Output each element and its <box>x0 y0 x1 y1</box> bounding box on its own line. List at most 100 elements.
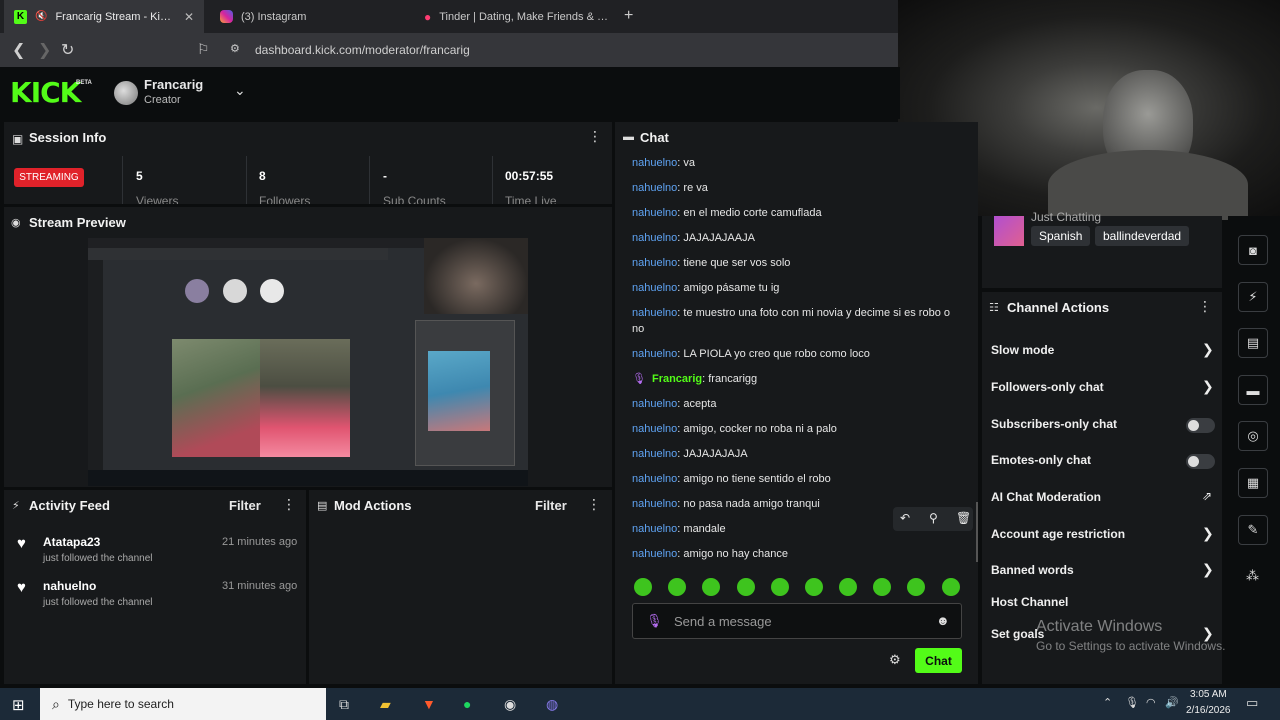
channel-avatar[interactable] <box>114 81 138 105</box>
chat-username[interactable]: nahuelno <box>632 257 677 269</box>
activity-username[interactable]: nahuelno <box>43 579 96 593</box>
activity-menu-icon[interactable]: ⋮ <box>282 496 296 513</box>
emote-icon[interactable] <box>873 578 891 596</box>
delete-icon[interactable]: 🗑 <box>956 511 971 525</box>
spotify-icon[interactable]: ● <box>463 696 471 712</box>
chat-message[interactable]: nahuelno: en el medio corte camuflada <box>632 205 962 221</box>
chat-message[interactable]: nahuelno: amigo no hay chance <box>632 546 962 562</box>
emote-icon[interactable] <box>805 578 823 596</box>
discord-icon[interactable]: ◍ <box>546 696 558 713</box>
session-menu-icon[interactable]: ⋮ <box>588 128 602 145</box>
action-host-channel[interactable]: Host Channel <box>991 595 1068 609</box>
chat-username[interactable]: nahuelno <box>632 423 677 435</box>
forward-icon[interactable]: ❯ <box>38 40 51 60</box>
emoji-picker-icon[interactable]: ☻ <box>936 613 950 628</box>
chat-message[interactable]: nahuelno: amigo pásame tu ig <box>632 280 962 296</box>
volume-icon[interactable]: 🔊 <box>1165 696 1179 709</box>
emote-icon[interactable] <box>771 578 789 596</box>
chat-username[interactable]: nahuelno <box>632 498 677 510</box>
mod-menu-icon[interactable]: ⋮ <box>587 496 601 513</box>
microphone-tray-icon[interactable]: 🎙 <box>1125 696 1139 709</box>
chat-rail-icon[interactable]: ▬ <box>1238 375 1268 405</box>
notes-icon[interactable]: ▤ <box>1238 328 1268 358</box>
chat-username[interactable]: nahuelno <box>632 157 677 169</box>
taskbar-search[interactable]: ⌕ Type here to search <box>40 688 326 720</box>
browser-tab-kick[interactable]: K 🔇 Francarig Stream - Kick Dasht ✕ <box>4 0 204 33</box>
chat-message[interactable]: nahuelno: amigo no tiene sentido el robo <box>632 471 962 487</box>
lightning-rail-icon[interactable]: ⚡ <box>1238 282 1268 312</box>
chat-username[interactable]: nahuelno <box>632 282 677 294</box>
chat-username[interactable]: nahuelno <box>632 182 677 194</box>
chat-username[interactable]: nahuelno <box>632 523 677 535</box>
activity-filter-button[interactable]: Filter <box>229 498 261 513</box>
chevron-right-icon[interactable]: ❯ <box>1202 341 1214 358</box>
emote-icon[interactable] <box>907 578 925 596</box>
chat-message[interactable]: nahuelno: re va <box>632 180 962 196</box>
chat-message[interactable]: nahuelno: amigo, cocker no roba ni a pal… <box>632 421 962 437</box>
close-tab-icon[interactable]: ✕ <box>184 10 194 24</box>
action-account-age-restriction[interactable]: Account age restriction <box>991 527 1125 541</box>
file-explorer-icon[interactable]: ▰ <box>380 696 391 713</box>
back-icon[interactable]: ❮ <box>12 40 25 60</box>
browser-tab-tinder[interactable]: ● Tinder | Dating, Make Friends & Meet <box>414 0 619 33</box>
chat-username[interactable]: nahuelno <box>632 232 677 244</box>
emote-icon[interactable] <box>634 578 652 596</box>
action-subscribers-only-chat[interactable]: Subscribers-only chat <box>991 417 1117 431</box>
chat-message[interactable]: nahuelno: LA PIOLA yo creo que robo como… <box>632 346 962 362</box>
chat-message[interactable]: nahuelno: va <box>632 155 962 171</box>
tag-ballindeverdad[interactable]: ballindeverdad <box>1095 226 1190 246</box>
category-thumbnail[interactable] <box>994 216 1024 246</box>
emote-icon[interactable] <box>737 578 755 596</box>
brave-browser-icon[interactable]: ▼ <box>422 696 436 712</box>
chat-username[interactable]: nahuelno <box>632 398 677 410</box>
reply-icon[interactable]: ↶ <box>900 511 910 525</box>
chat-scrollbar[interactable] <box>976 502 978 562</box>
stream-preview-video[interactable] <box>88 238 528 486</box>
action-emotes-only-chat[interactable]: Emotes-only chat <box>991 453 1091 467</box>
chat-message[interactable]: nahuelno: JAJAJAJAAJA <box>632 230 962 246</box>
chat-message[interactable]: nahuelno: te muestro una foto con mi nov… <box>632 305 962 337</box>
browser-tab-instagram[interactable]: (3) Instagram <box>210 0 410 33</box>
action-followers-only-chat[interactable]: Followers-only chat <box>991 380 1104 394</box>
chat-username[interactable]: nahuelno <box>632 473 677 485</box>
toggle-emotes-only-chat[interactable] <box>1186 454 1215 469</box>
layout-icon[interactable]: ▦ <box>1238 468 1268 498</box>
chat-message[interactable]: nahuelno: acepta <box>632 396 962 412</box>
external-link-icon[interactable]: ⇗ <box>1202 489 1212 503</box>
category-name[interactable]: Just Chatting <box>1031 210 1101 224</box>
emote-icon[interactable] <box>942 578 960 596</box>
new-tab-icon[interactable]: + <box>624 7 633 25</box>
apps-icon[interactable]: ⁂ <box>1246 568 1259 584</box>
chat-message[interactable]: nahuelno: JAJAJAJAJA <box>632 446 962 462</box>
chat-username[interactable]: nahuelno <box>632 348 677 360</box>
chat-message[interactable]: nahuelno: tiene que ser vos solo <box>632 255 962 271</box>
clock-time[interactable]: 3:05 AM <box>1190 689 1227 700</box>
windows-start-icon[interactable]: ⊞ <box>12 696 25 714</box>
action-slow-mode[interactable]: Slow mode <box>991 343 1054 357</box>
activity-username[interactable]: Atatapa23 <box>43 535 100 549</box>
broadcast-icon[interactable]: ◎ <box>1238 421 1268 451</box>
site-info-icon[interactable]: ⚙ <box>230 42 240 55</box>
emote-icon[interactable] <box>839 578 857 596</box>
channel-name[interactable]: Francarig <box>144 77 203 92</box>
wifi-icon[interactable]: ◠ <box>1146 696 1156 709</box>
pin-icon[interactable]: ⚲ <box>929 511 938 525</box>
kick-logo[interactable]: KICK <box>10 76 81 109</box>
camera-icon[interactable]: ◙ <box>1238 235 1268 265</box>
url-field[interactable]: dashboard.kick.com/moderator/francarig <box>255 43 470 57</box>
emote-icon[interactable] <box>702 578 720 596</box>
chevron-right-icon[interactable]: ❯ <box>1202 525 1214 542</box>
chat-input[interactable]: 🎙 Send a message ☻ <box>632 603 962 639</box>
chat-settings-gear-icon[interactable]: ⚙ <box>889 652 901 668</box>
tray-chevron-icon[interactable]: ⌃ <box>1103 696 1112 709</box>
chevron-right-icon[interactable]: ❯ <box>1202 561 1214 578</box>
obs-icon[interactable]: ◉ <box>504 696 516 713</box>
tag-spanish[interactable]: Spanish <box>1031 226 1091 246</box>
action-banned-words[interactable]: Banned words <box>991 563 1074 577</box>
chat-username[interactable]: nahuelno <box>632 548 677 560</box>
wrench-icon[interactable]: ✎ <box>1238 515 1268 545</box>
notifications-icon[interactable]: ▭ <box>1246 695 1258 711</box>
chat-message[interactable]: 🎙 Francarig: francarigg <box>632 371 962 387</box>
clock-date[interactable]: 2/16/2026 <box>1186 705 1231 716</box>
emote-icon[interactable] <box>668 578 686 596</box>
